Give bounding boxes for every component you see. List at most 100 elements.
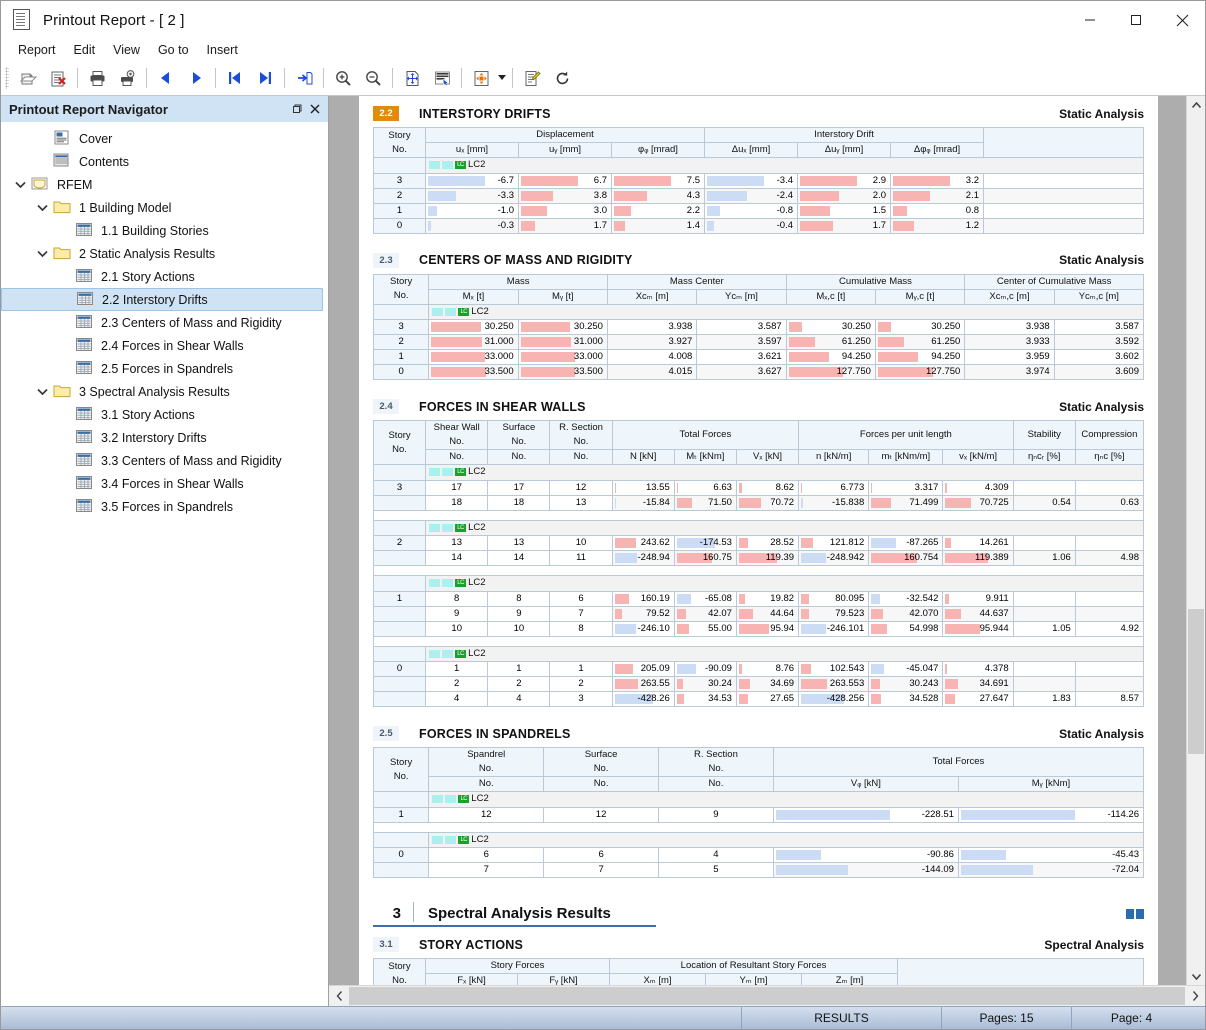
zoom-in-icon[interactable] — [328, 64, 358, 92]
first-page-icon[interactable] — [220, 64, 250, 92]
refresh-icon[interactable] — [547, 64, 577, 92]
print-settings-icon[interactable] — [112, 64, 142, 92]
maximize-button[interactable] — [1113, 1, 1159, 39]
nav-item-contents[interactable]: Contents — [1, 150, 328, 173]
cell-surface-no: 8 — [488, 591, 550, 606]
nav-item-rfem[interactable]: RFEM — [1, 173, 328, 196]
nav-item-cover[interactable]: Cover — [1, 127, 328, 150]
chevron-down-icon[interactable] — [9, 173, 31, 196]
folder-icon — [53, 245, 73, 262]
col-mt: Mₜ [kNm] — [674, 450, 736, 465]
fit-width-icon[interactable] — [427, 64, 457, 92]
col-dux: Δuₓ [mm] — [705, 143, 798, 158]
page-setup-icon[interactable] — [466, 64, 496, 92]
go-to-page-icon[interactable] — [289, 64, 319, 92]
table-story-actions: StoryNo. Story Forces Location of Result… — [373, 958, 1144, 985]
menu-view[interactable]: View — [104, 41, 149, 59]
cell-dux: -0.8 — [705, 203, 798, 218]
nav-item-3-1-story-actions[interactable]: 3.1 Story Actions — [1, 403, 328, 426]
col-rsection-no: No. — [659, 777, 774, 792]
navigator-tree[interactable]: CoverContentsRFEM1 Building Model1.1 Bui… — [1, 123, 328, 1006]
col-wall-no: No. — [426, 450, 488, 465]
nav-item-2-5-forces-in-spandrels[interactable]: 2.5 Forces in Spandrels — [1, 357, 328, 380]
col-shear-wall: Shear WallNo. — [426, 421, 488, 450]
nav-item-2-1-story-actions[interactable]: 2.1 Story Actions — [1, 265, 328, 288]
last-page-icon[interactable] — [250, 64, 280, 92]
nav-item-2-2-interstory-drifts[interactable]: 2.2 Interstory Drifts — [1, 288, 323, 311]
scroll-down-button[interactable] — [1187, 967, 1205, 985]
vertical-scroll-thumb[interactable] — [1188, 609, 1204, 754]
minimize-button[interactable] — [1067, 1, 1113, 39]
section-title: INTERSTORY DRIFTS — [419, 107, 551, 121]
cell-rsection-no: 13 — [550, 495, 612, 510]
resize-grip[interactable] — [1191, 1007, 1205, 1029]
col-vz: Vᵩ [kN] — [773, 777, 958, 792]
chevron-down-icon[interactable] — [31, 242, 53, 265]
nav-item-3-5-forces-in-spandrels[interactable]: 3.5 Forces in Spandrels — [1, 495, 328, 518]
toolbar-grip[interactable] — [5, 67, 9, 89]
previous-page-icon[interactable] — [151, 64, 181, 92]
nav-item-3-4-forces-in-shear-walls[interactable]: 3.4 Forces in Shear Walls — [1, 472, 328, 495]
horizontal-scroll-track[interactable] — [349, 986, 1185, 1006]
cell-mt: -174.53 — [674, 536, 736, 551]
horizontal-scrollbar[interactable] — [329, 985, 1205, 1006]
menu-report[interactable]: Report — [9, 41, 65, 59]
navigator-title: Printout Report Navigator — [9, 102, 288, 117]
scroll-up-button[interactable] — [1187, 96, 1205, 114]
delete-report-icon[interactable] — [43, 64, 73, 92]
page-setup-dropdown-icon[interactable] — [496, 64, 508, 92]
undock-icon[interactable] — [288, 100, 306, 118]
edit-report-icon[interactable] — [517, 64, 547, 92]
vertical-scrollbar[interactable] — [1186, 96, 1205, 985]
tree-indent — [31, 150, 53, 173]
cell-ux: -3.3 — [426, 188, 519, 203]
next-page-icon[interactable] — [181, 64, 211, 92]
nav-item-3-2-interstory-drifts[interactable]: 3.2 Interstory Drifts — [1, 426, 328, 449]
chevron-down-icon[interactable] — [31, 380, 53, 403]
cell-n-unit: -248.942 — [799, 551, 869, 566]
story-cell: 1 — [374, 807, 429, 822]
cell-vx: 8.62 — [736, 480, 798, 495]
cell-vx-unit: 9.911 — [943, 591, 1013, 606]
section-analysis-type: Static Analysis — [1059, 727, 1144, 741]
nav-item-1-1-building-stories[interactable]: 1.1 Building Stories — [1, 219, 328, 242]
fit-page-icon[interactable] — [397, 64, 427, 92]
color-chip-2 — [445, 836, 456, 844]
horizontal-scroll-thumb[interactable] — [349, 987, 1185, 1005]
menu-edit[interactable]: Edit — [65, 41, 105, 59]
nav-item-3-spectral-analysis-results[interactable]: 3 Spectral Analysis Results — [1, 380, 328, 403]
vertical-scroll-track[interactable] — [1187, 114, 1205, 967]
window-title: Printout Report - [ 2 ] — [43, 12, 185, 29]
tree-indent — [53, 357, 75, 380]
cell-wall-no: 9 — [426, 606, 488, 621]
cell-dphiz: 1.2 — [891, 218, 984, 233]
scroll-left-button[interactable] — [329, 986, 349, 1006]
nav-item-2-4-forces-in-shear-walls[interactable]: 2.4 Forces in Shear Walls — [1, 334, 328, 357]
close-icon[interactable] — [306, 100, 324, 118]
scroll-right-button[interactable] — [1185, 986, 1205, 1006]
cell-n: 263.55 — [612, 677, 674, 692]
color-chip-2 — [442, 161, 453, 169]
close-button[interactable] — [1159, 1, 1205, 39]
menu-goto[interactable]: Go to — [149, 41, 198, 59]
story-cell — [374, 551, 426, 566]
print-icon[interactable] — [82, 64, 112, 92]
nav-item-1-building-model[interactable]: 1 Building Model — [1, 196, 328, 219]
load-case-row: LCLC2 — [374, 646, 1144, 662]
nav-item-3-3-centers-of-mass-and-rigidity[interactable]: 3.3 Centers of Mass and Rigidity — [1, 449, 328, 472]
menu-insert[interactable]: Insert — [198, 41, 247, 59]
load-case-row: LCLC2 — [374, 520, 1144, 536]
cell-dphiz: 2.1 — [891, 188, 984, 203]
table-centers-of-mass: StoryNo. Mass Mass Center Cumulative Mas… — [373, 274, 1144, 381]
cell-mt: 160.75 — [674, 551, 736, 566]
cell-uy: 3.8 — [519, 188, 612, 203]
nav-item-2-3-centers-of-mass-and-rigidity[interactable]: 2.3 Centers of Mass and Rigidity — [1, 311, 328, 334]
nav-item-2-static-analysis-results[interactable]: 2 Static Analysis Results — [1, 242, 328, 265]
story-cell: 2 — [374, 188, 426, 203]
table-row: 317171213.556.638.626.7733.3174.309 — [374, 480, 1144, 495]
chevron-down-icon[interactable] — [31, 196, 53, 219]
table-row: 112129-228.51-114.26 — [374, 807, 1144, 822]
open-report-icon[interactable] — [13, 64, 43, 92]
color-chip-2 — [445, 795, 456, 803]
zoom-out-icon[interactable] — [358, 64, 388, 92]
